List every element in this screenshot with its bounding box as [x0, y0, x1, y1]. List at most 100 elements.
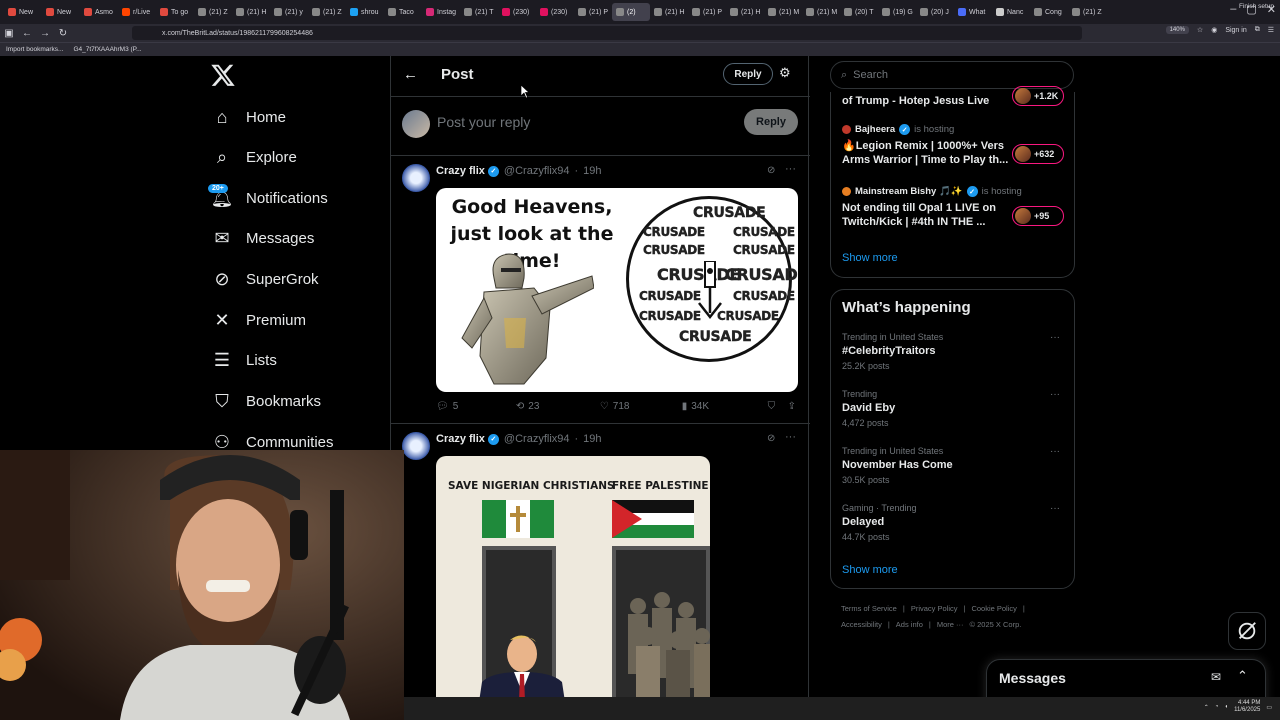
- sidebar-item-home[interactable]: ⌂ Home: [212, 107, 286, 127]
- footer-link[interactable]: Privacy Policy: [911, 604, 958, 613]
- live-listeners-pill[interactable]: +1.2K: [1012, 86, 1064, 106]
- expand-icon[interactable]: ⌃: [1237, 668, 1248, 684]
- live-listeners-pill[interactable]: +95: [1012, 206, 1064, 226]
- author-name[interactable]: Crazy flix: [436, 433, 485, 445]
- sidebar-item-supergrok[interactable]: ⊘ SuperGrok: [212, 269, 318, 289]
- tweet-author[interactable]: Crazy flix ✓ @Crazyflix94 · 19h: [436, 165, 602, 177]
- search-input[interactable]: ⌕ Search: [830, 61, 1074, 89]
- tweet-author[interactable]: Crazy flix ✓ @Crazyflix94 · 19h: [436, 433, 602, 445]
- extensions-icon[interactable]: ⧉: [1255, 26, 1260, 34]
- grok-icon[interactable]: ⊘: [767, 433, 775, 444]
- live-listeners-pill[interactable]: +632: [1012, 144, 1064, 164]
- author-handle[interactable]: @Crazyflix94: [504, 165, 570, 177]
- back-arrow-icon[interactable]: ←: [403, 66, 418, 83]
- browser-tab[interactable]: New: [42, 3, 80, 21]
- footer-link[interactable]: More ···: [937, 620, 964, 629]
- new-message-icon[interactable]: ✉: [1211, 670, 1221, 684]
- more-options-icon[interactable]: ···: [785, 163, 796, 175]
- sidebar-item-lists[interactable]: ☰ Lists: [212, 350, 277, 370]
- menu-icon[interactable]: ☰: [1268, 26, 1274, 34]
- wifi-icon[interactable]: ◔: [1215, 704, 1219, 710]
- live-item[interactable]: Mainstream Bishy 🎵✨ ✓ is hosting Not end…: [842, 186, 1064, 229]
- browser-tab[interactable]: (21) P: [688, 3, 726, 21]
- footer-link[interactable]: Accessibility: [841, 620, 882, 629]
- bookmark-import[interactable]: Import bookmarks...: [6, 46, 63, 53]
- views-action[interactable]: ▮ 34K: [682, 401, 768, 412]
- volume-icon[interactable]: ◖: [1224, 704, 1228, 710]
- live-item[interactable]: Bajheera ✓ is hosting 🔥Legion Remix | 10…: [842, 124, 1064, 167]
- browser-tab[interactable]: (21) H: [726, 3, 764, 21]
- browser-tab[interactable]: (21) T: [460, 3, 498, 21]
- browser-tab[interactable]: What: [954, 3, 992, 21]
- browser-tab[interactable]: (21) H: [650, 3, 688, 21]
- sidebar-item-notifications[interactable]: 🔔︎ Notifications: [211, 188, 328, 208]
- settings-sliders-icon[interactable]: ⚙: [779, 65, 791, 81]
- x-logo-icon[interactable]: [210, 62, 236, 88]
- address-bar[interactable]: x.com/TheBritLad/status/1986211799608254…: [132, 26, 1082, 40]
- tweet-time[interactable]: 19h: [583, 165, 601, 177]
- browser-tab[interactable]: (21) Z: [1068, 3, 1106, 21]
- more-options-icon[interactable]: ···: [1050, 332, 1060, 343]
- reply-button[interactable]: Reply: [723, 63, 773, 85]
- browser-tab[interactable]: Cong: [1030, 3, 1068, 21]
- sidebar-item-communities[interactable]: ⚇ Communities: [212, 432, 334, 452]
- sidebar-item-explore[interactable]: ⌕ Explore: [212, 147, 297, 167]
- grok-floating-button[interactable]: [1228, 612, 1266, 650]
- browser-tab[interactable]: New: [4, 3, 42, 21]
- zoom-level[interactable]: 140%: [1165, 26, 1189, 34]
- footer-link[interactable]: Ads info: [896, 620, 923, 629]
- minimize-icon[interactable]: –: [1230, 3, 1236, 16]
- more-options-icon[interactable]: ···: [1050, 503, 1060, 514]
- bookmark-item[interactable]: G4_7t7fXAAAhrM3 (P...: [73, 46, 141, 53]
- browser-tab[interactable]: To go: [156, 3, 194, 21]
- sidebar-item-bookmarks[interactable]: ⛉ Bookmarks: [212, 391, 321, 411]
- notifications-icon[interactable]: ▭: [1266, 704, 1272, 711]
- avatar[interactable]: [402, 164, 430, 192]
- reply-input[interactable]: Post your reply: [437, 114, 530, 130]
- clock[interactable]: 4:44 PM 11/6/2025: [1234, 700, 1260, 714]
- browser-tab[interactable]: (21) y: [270, 3, 308, 21]
- trend-item[interactable]: Trending David Eby 4,472 posts ···: [842, 389, 1064, 428]
- like-action[interactable]: ♡ 718: [600, 401, 682, 412]
- chevron-up-icon[interactable]: ⌃: [1204, 704, 1209, 711]
- trend-item[interactable]: Trending in United States November Has Co…: [842, 446, 1064, 485]
- author-name[interactable]: Crazy flix: [436, 165, 485, 177]
- sidebar-item-premium[interactable]: ✕ Premium: [212, 310, 306, 330]
- browser-tab[interactable]: (230): [498, 3, 536, 21]
- reload-icon[interactable]: ↻: [54, 28, 72, 39]
- browser-tab[interactable]: Instag: [422, 3, 460, 21]
- grok-icon[interactable]: ⊘: [767, 165, 775, 176]
- more-options-icon[interactable]: ···: [1050, 446, 1060, 457]
- footer-link[interactable]: Terms of Service: [841, 604, 897, 613]
- browser-tab[interactable]: (21) M: [802, 3, 840, 21]
- trend-item[interactable]: Gaming · Trending Delayed 44.7K posts ···: [842, 503, 1064, 542]
- repost-action[interactable]: ⟲ 23: [516, 401, 600, 412]
- back-icon[interactable]: ←: [18, 28, 36, 39]
- browser-tab[interactable]: Taco: [384, 3, 422, 21]
- tweet-image[interactable]: Good Heavens, just look at the time! CRU…: [436, 188, 798, 392]
- browser-tab[interactable]: (21) Z: [194, 3, 232, 21]
- browser-tab[interactable]: (20) J: [916, 3, 954, 21]
- show-more-link[interactable]: Show more: [842, 564, 898, 576]
- account-icon[interactable]: ◉: [1211, 26, 1217, 34]
- browser-tab[interactable]: (21) P: [574, 3, 612, 21]
- browser-tab[interactable]: r/Live: [118, 3, 156, 21]
- avatar[interactable]: [402, 432, 430, 460]
- trend-item[interactable]: Trending in United States #CelebrityTrait…: [842, 332, 1064, 371]
- browser-tab[interactable]: (21) M: [764, 3, 802, 21]
- footer-link[interactable]: Cookie Policy: [971, 604, 1016, 613]
- browser-tab[interactable]: (21) H: [232, 3, 270, 21]
- bookmark-action-icon[interactable]: ⛉: [768, 401, 788, 412]
- sidebar-toggle-icon[interactable]: ▣: [0, 28, 18, 39]
- finish-setup-link[interactable]: Finish setup: [1239, 3, 1274, 10]
- reply-action[interactable]: 💬︎ 5: [436, 401, 516, 412]
- avatar[interactable]: [402, 110, 430, 138]
- browser-tab[interactable]: (19) G: [878, 3, 916, 21]
- share-icon[interactable]: ⇪: [788, 401, 796, 412]
- browser-tab[interactable]: shrou: [346, 3, 384, 21]
- author-handle[interactable]: @Crazyflix94: [504, 433, 570, 445]
- show-more-link[interactable]: Show more: [842, 252, 898, 264]
- browser-tab[interactable]: (20) T: [840, 3, 878, 21]
- browser-tab[interactable]: (21) Z: [308, 3, 346, 21]
- forward-icon[interactable]: →: [36, 28, 54, 39]
